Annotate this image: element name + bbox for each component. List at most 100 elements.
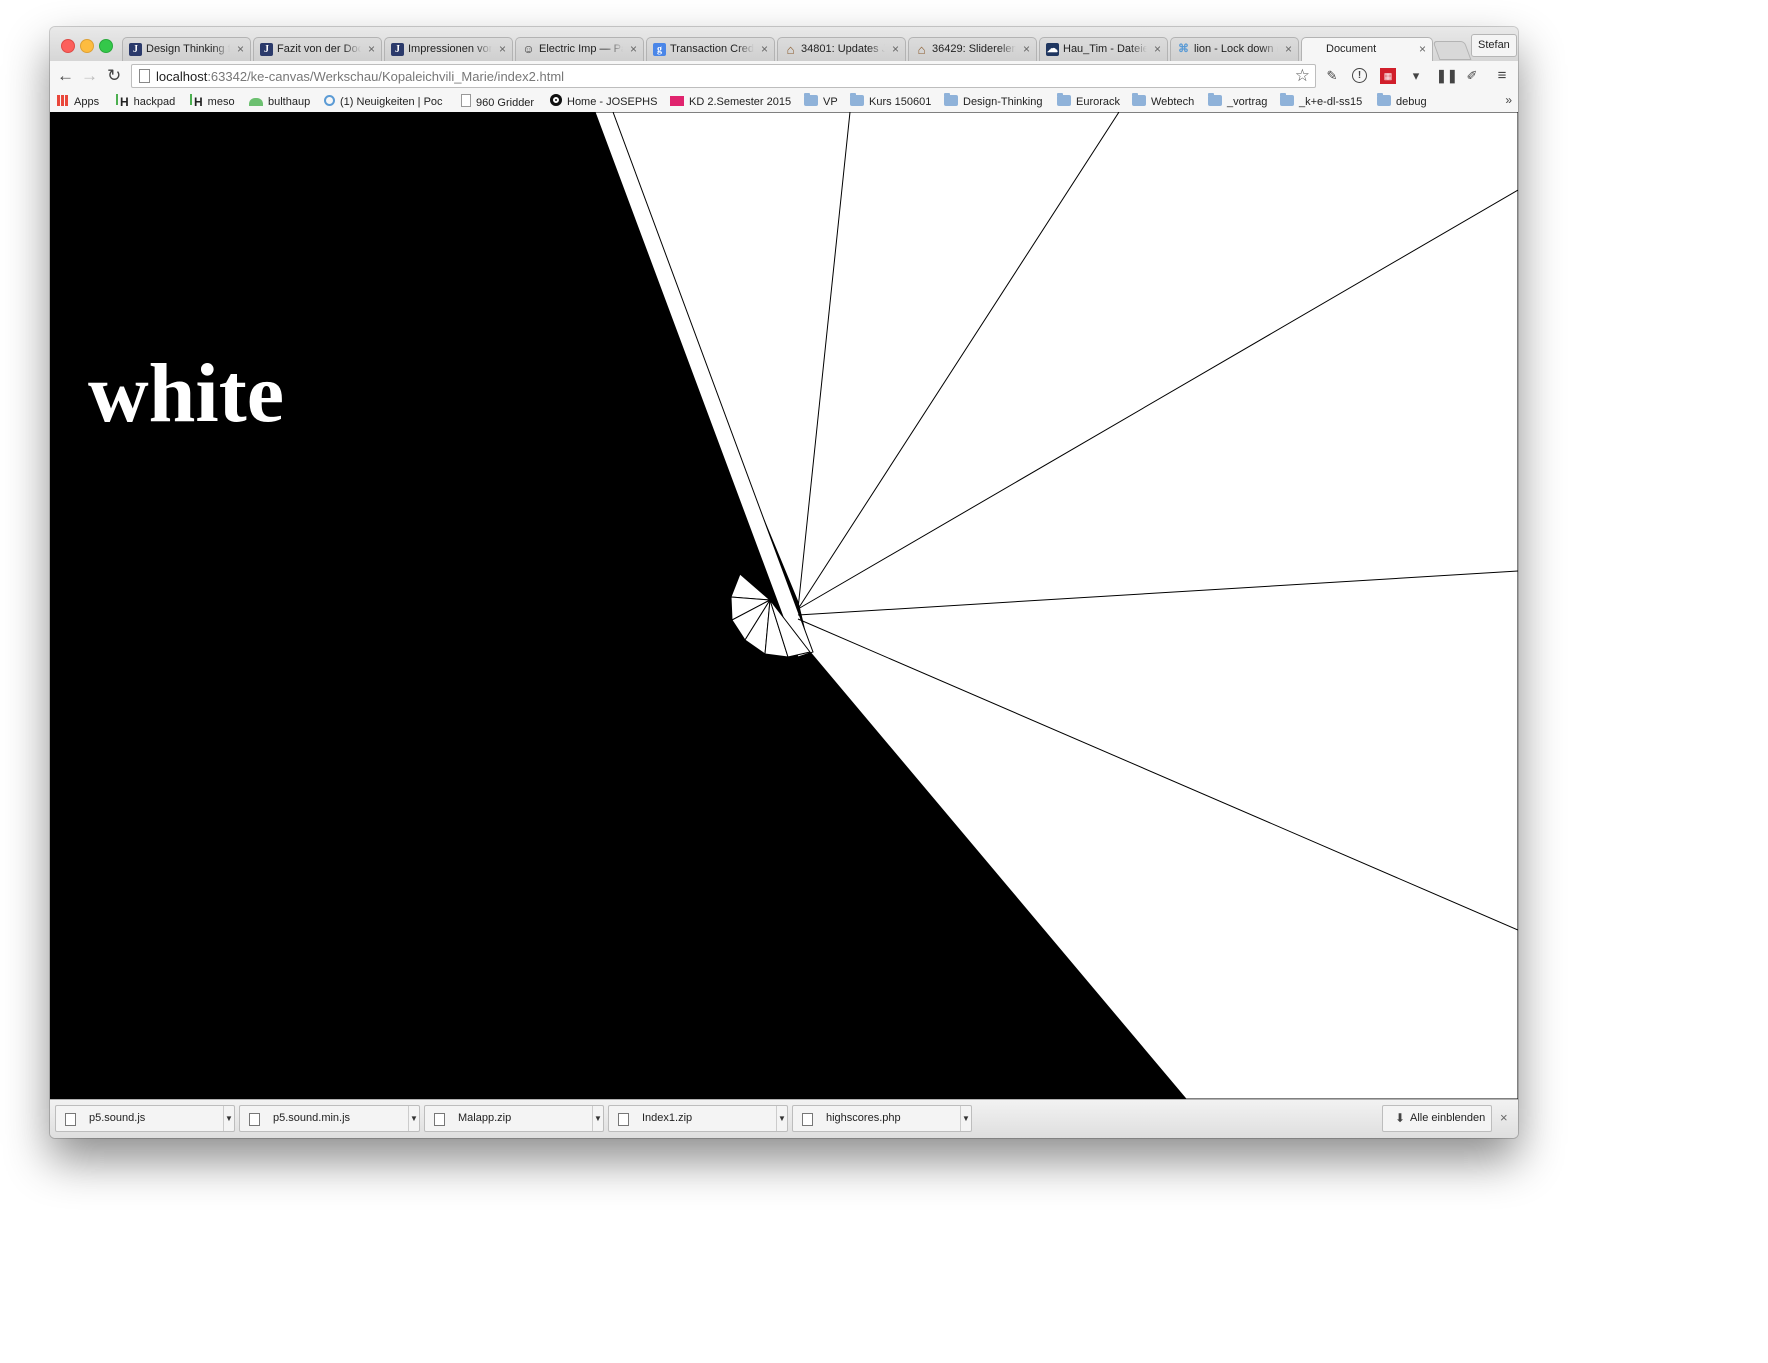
- tab-hau-tim[interactable]: ☁ Hau_Tim - Dateien ×: [1039, 37, 1168, 61]
- small-wedge-shape: [730, 573, 772, 601]
- bookmark-folder-eurorack[interactable]: Eurorack: [1057, 93, 1120, 110]
- tab-close-icon[interactable]: ×: [761, 42, 768, 56]
- reload-icon[interactable]: ↻: [107, 65, 121, 87]
- profile-button[interactable]: Stefan: [1471, 34, 1517, 57]
- leaf-icon: [249, 98, 263, 106]
- tab-transaction[interactable]: g Transaction Crede ×: [646, 37, 775, 61]
- bookmark-folder-kurs[interactable]: Kurs 150601: [850, 93, 931, 110]
- tab-close-icon[interactable]: ×: [499, 42, 506, 56]
- evernote-icon[interactable]: ✎: [1324, 68, 1340, 84]
- eyedropper-icon[interactable]: ✐: [1464, 68, 1480, 84]
- tab-title: Fazit von der Doc: [277, 43, 361, 55]
- download-item[interactable]: Index1.zip ▼: [608, 1105, 788, 1132]
- bookmark-neuigkeiten[interactable]: (1) Neuigkeiten | Poc: [324, 94, 443, 110]
- bookmark-star-icon[interactable]: ☆: [1295, 66, 1310, 86]
- chevron-down-icon[interactable]: ▼: [408, 1106, 419, 1131]
- tab-favicon-icon: J: [260, 43, 273, 56]
- toolbar: ← → ↻ localhost:63342/ke-canvas/Werkscha…: [50, 61, 1518, 91]
- file-icon: [618, 1113, 629, 1126]
- canvas-drawing: [594, 112, 1518, 1099]
- tab-electric-imp[interactable]: ☺ Electric Imp — Pa ×: [515, 37, 644, 61]
- new-tab-button[interactable]: [1432, 41, 1472, 60]
- page-canvas[interactable]: white: [50, 112, 1518, 1099]
- apps-grid-icon: [57, 95, 69, 106]
- tab-title: Impressionen von: [408, 43, 492, 55]
- pin-icon: [324, 95, 335, 106]
- bookmark-josephs[interactable]: Home - JOSEPHS: [550, 94, 657, 110]
- tab-title: Transaction Crede: [670, 43, 754, 55]
- tab-title: Hau_Tim - Dateien: [1063, 43, 1147, 55]
- bookmark-folder-vp[interactable]: VP: [804, 93, 838, 110]
- download-item[interactable]: p5.sound.min.js ▼: [239, 1105, 420, 1132]
- close-window-button[interactable]: [61, 39, 75, 53]
- tab-title: Electric Imp — Pa: [539, 43, 623, 55]
- show-all-downloads-button[interactable]: ⬇ Alle einblenden: [1382, 1105, 1492, 1132]
- download-filename: highscores.php: [826, 1112, 901, 1124]
- zoom-window-button[interactable]: [99, 39, 113, 53]
- tab-design-thinking[interactable]: J Design Thinking f ×: [122, 37, 251, 61]
- back-arrow-icon[interactable]: ←: [57, 65, 74, 87]
- download-arrow-icon: ⬇: [1395, 1111, 1406, 1125]
- chevron-down-icon[interactable]: ▼: [776, 1106, 787, 1131]
- download-item[interactable]: highscores.php ▼: [792, 1105, 972, 1132]
- minimize-window-button[interactable]: [80, 39, 94, 53]
- address-bar[interactable]: localhost:63342/ke-canvas/Werkschau/Kopa…: [131, 64, 1316, 88]
- tab-fazit[interactable]: J Fazit von der Doc ×: [253, 37, 382, 61]
- download-filename: p5.sound.js: [89, 1112, 146, 1124]
- bookmark-folder-k-e-dl[interactable]: _k+e-dl-ss15: [1280, 93, 1362, 110]
- tab-close-icon[interactable]: ×: [1023, 42, 1030, 56]
- forward-arrow-icon[interactable]: →: [81, 65, 98, 87]
- tab-close-icon[interactable]: ×: [892, 42, 899, 56]
- tab-updates[interactable]: ⌂ 34801: Updates J ×: [777, 37, 906, 61]
- bookmark-apps[interactable]: Apps: [57, 94, 99, 110]
- bookmark-folder-webtech[interactable]: Webtech: [1132, 93, 1194, 110]
- tab-close-icon[interactable]: ×: [1285, 42, 1292, 56]
- tab-favicon-icon: ⌘: [1178, 43, 1189, 55]
- tab-favicon-icon: g: [653, 43, 666, 56]
- tab-close-icon[interactable]: ×: [237, 42, 244, 56]
- tab-close-icon[interactable]: ×: [630, 42, 637, 56]
- bookmark-folder-vortrag[interactable]: _vortrag: [1208, 93, 1267, 110]
- url-text[interactable]: localhost:63342/ke-canvas/Werkschau/Kopa…: [156, 69, 564, 84]
- bookmark-960-gridder[interactable]: 960 Gridder: [461, 94, 534, 110]
- flag-icon: [670, 96, 684, 106]
- download-filename: Index1.zip: [642, 1112, 693, 1124]
- chevron-down-icon[interactable]: ▼: [223, 1106, 234, 1131]
- info-icon[interactable]: !: [1352, 68, 1367, 83]
- pocket-icon[interactable]: ▾: [1408, 68, 1424, 84]
- readability-icon[interactable]: ❚❚: [1436, 68, 1458, 84]
- h-icon: H: [190, 94, 203, 109]
- download-item[interactable]: p5.sound.js ▼: [55, 1105, 235, 1132]
- folder-icon: [1208, 93, 1222, 106]
- tab-impressionen[interactable]: J Impressionen von ×: [384, 37, 513, 61]
- close-icon[interactable]: ×: [1500, 1110, 1508, 1125]
- tab-document[interactable]: Document ×: [1301, 37, 1433, 61]
- tab-favicon-icon: ⌂: [786, 42, 795, 57]
- download-item[interactable]: Malapp.zip ▼: [424, 1105, 604, 1132]
- bookmarks-overflow-chevron-icon[interactable]: »: [1505, 93, 1512, 107]
- folder-icon: [1132, 93, 1146, 106]
- folder-icon: [944, 93, 958, 106]
- tab-close-icon[interactable]: ×: [1154, 42, 1161, 56]
- tab-favicon-icon: ☺: [522, 42, 535, 56]
- tab-title: 34801: Updates J: [801, 43, 885, 55]
- tab-lion[interactable]: ⌘ lion - Lock down ( ×: [1170, 37, 1299, 61]
- tab-close-icon[interactable]: ×: [1419, 42, 1426, 56]
- chevron-down-icon[interactable]: ▼: [960, 1106, 971, 1131]
- file-icon: [802, 1113, 813, 1126]
- lastpass-icon[interactable]: ▦: [1380, 68, 1396, 84]
- folder-icon: [1057, 93, 1071, 106]
- bookmark-bulthaup[interactable]: bulthaup: [249, 94, 310, 110]
- tab-sliderelem[interactable]: ⌂ 36429: Sliderelem ×: [908, 37, 1037, 61]
- chevron-down-icon[interactable]: ▼: [592, 1106, 603, 1131]
- bookmark-folder-design-thinking[interactable]: Design-Thinking: [944, 93, 1042, 110]
- bookmark-folder-debug[interactable]: debug: [1377, 93, 1427, 110]
- file-icon: [434, 1113, 445, 1126]
- bookmark-hackpad[interactable]: Hhackpad: [116, 94, 175, 110]
- tab-close-icon[interactable]: ×: [368, 42, 375, 56]
- folder-icon: [804, 93, 818, 106]
- menu-icon[interactable]: ≡: [1494, 68, 1510, 84]
- bookmark-kd-semester[interactable]: KD 2.Semester 2015: [670, 94, 791, 110]
- bookmark-meso[interactable]: Hmeso: [190, 94, 235, 110]
- tab-favicon-icon: ☁: [1046, 43, 1059, 56]
